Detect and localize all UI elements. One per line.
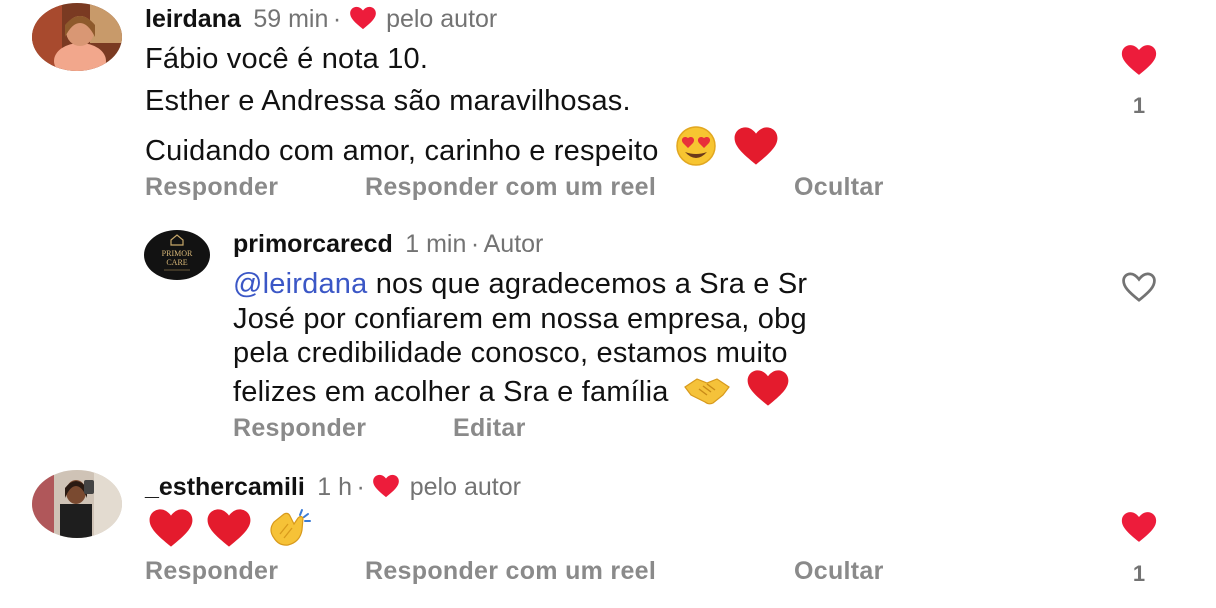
comment-header-esthercamili: _esthercamili 1 h · pelo autor [145,473,521,503]
liked-by-author-label: pelo autor [386,5,498,33]
reply-text-line: @leirdana nos que agradecemos a Sra e Sr [233,268,807,301]
meta-separator: · [332,5,342,33]
meta-separator: · [470,230,480,258]
comment-time: 1 h [317,473,353,501]
reply-header-primorcarecd: primorcarecd 1 min · Autor [233,230,543,259]
username[interactable]: primorcarecd [233,230,393,258]
reply-text-line: José por confiarem em nossa empresa, obg [233,303,807,335]
comment-header-leirdana: leirdana 59 min · pelo autor [145,5,497,35]
reply-with-reel-button[interactable]: Responder com um reel [365,557,656,586]
reply-text: felizes em acolher a Sra e família [233,376,669,408]
edit-button[interactable]: Editar [453,414,526,443]
reply-button[interactable]: Responder [233,414,366,443]
comment-time: 1 min [405,230,467,258]
hide-button[interactable]: Ocultar [794,173,884,202]
avatar-esthercamili[interactable] [32,470,122,538]
liked-by-author-label: pelo autor [409,473,521,501]
comment-text: Cuidando com amor, carinho e respeito [145,135,659,167]
like-button-heart-outline-icon[interactable] [1117,271,1161,308]
clapping-hands-emoji [264,508,312,553]
reply-text-line-with-emoji: felizes em acolher a Sra e família [233,369,791,415]
author-badge: Autor [483,230,544,258]
username[interactable]: _esthercamili [145,473,305,501]
reply-text: nos que agradecemos a Sra e Sr [367,268,808,300]
reply-with-reel-button[interactable]: Responder com um reel [365,173,656,202]
hide-button[interactable]: Ocultar [794,557,884,586]
handshake-emoji [683,373,731,415]
red-heart-emoji [147,508,195,553]
like-button-heart-icon[interactable] [1117,511,1161,548]
red-heart-emoji [733,126,779,174]
comment-text-line-with-emoji: Cuidando com amor, carinho e respeito [145,126,779,174]
reply-button[interactable]: Responder [145,557,278,586]
comment-text-line: Fábio você é nota 10. [145,43,429,75]
comment-time: 59 min [253,5,329,33]
reply-button[interactable]: Responder [145,173,278,202]
username[interactable]: leirdana [145,5,241,33]
comment-text-line: Esther e Andressa são maravilhosas. [145,85,631,117]
mention-link[interactable]: @leirdana [233,268,367,300]
avatar-primorcarecd[interactable]: PRIMOR CARE [144,230,210,280]
heart-eyes-emoji [673,126,719,174]
reply-text-line: pela credibilidade conosco, estamos muit… [233,337,788,369]
avatar-brand-text: CARE [166,258,187,267]
comments-thread: leirdana 59 min · pelo autor Fábio você … [0,0,1216,608]
avatar-brand-text: PRIMOR [162,249,193,258]
red-heart-emoji [745,369,791,415]
heart-icon [371,474,401,503]
heart-icon [348,6,378,35]
meta-separator: · [356,473,365,501]
avatar-leirdana[interactable] [32,3,122,71]
red-heart-emoji [205,508,253,553]
emoji-only-comment [147,508,312,553]
like-count: 1 [1132,561,1146,586]
like-count: 1 [1132,93,1146,118]
like-button-heart-icon[interactable] [1117,44,1161,81]
